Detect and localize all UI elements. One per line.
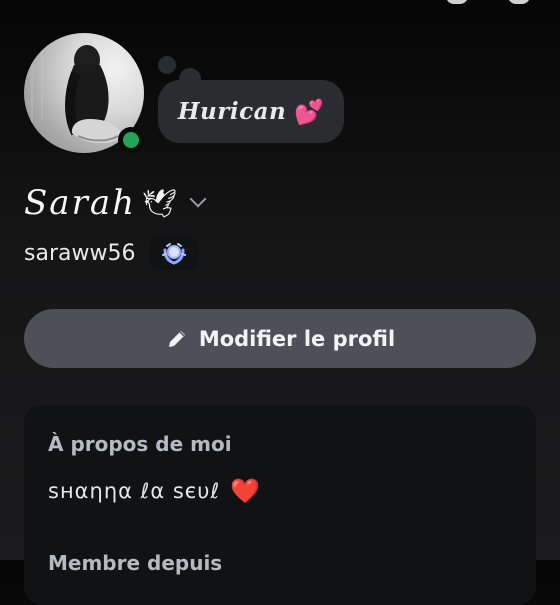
avatar[interactable] bbox=[24, 33, 144, 153]
edit-profile-label: Modifier le profil bbox=[198, 326, 396, 351]
edit-profile-button[interactable]: Modifier le profil bbox=[24, 309, 536, 368]
nitro-badge-icon[interactable] bbox=[149, 236, 200, 270]
about-me-text: ѕнαηηα ℓα ѕєυℓ bbox=[48, 479, 221, 503]
heart-icon: ❤️ bbox=[230, 477, 261, 505]
dove-icon: 🕊 bbox=[141, 186, 178, 220]
custom-status-text: Hurican bbox=[177, 98, 287, 125]
battery-icon bbox=[508, 0, 530, 4]
online-status-icon bbox=[118, 127, 144, 153]
chevron-down-icon[interactable] bbox=[189, 190, 207, 208]
system-status-icons bbox=[446, 0, 530, 4]
about-me-text-row: ѕнαηηα ℓα ѕєυℓ ❤️ bbox=[48, 479, 260, 503]
member-since-label: Membre depuis bbox=[48, 551, 223, 575]
display-name: Sarah bbox=[24, 183, 136, 223]
custom-status-bubble[interactable]: Hurican 💕 bbox=[158, 80, 344, 143]
signal-icon bbox=[446, 0, 468, 4]
hearts-icon: 💕 bbox=[294, 97, 325, 126]
username-row: saraww56 bbox=[24, 236, 200, 270]
about-me-title: À propos de moi bbox=[48, 432, 232, 456]
pencil-icon bbox=[168, 330, 185, 347]
display-name-row[interactable]: Sarah 🕊 bbox=[24, 183, 207, 223]
username: saraww56 bbox=[24, 240, 136, 266]
status-bubble-dot bbox=[158, 56, 176, 74]
about-me-card: À propos de moi ѕнαηηα ℓα ѕєυℓ ❤️ Membre… bbox=[24, 405, 536, 605]
